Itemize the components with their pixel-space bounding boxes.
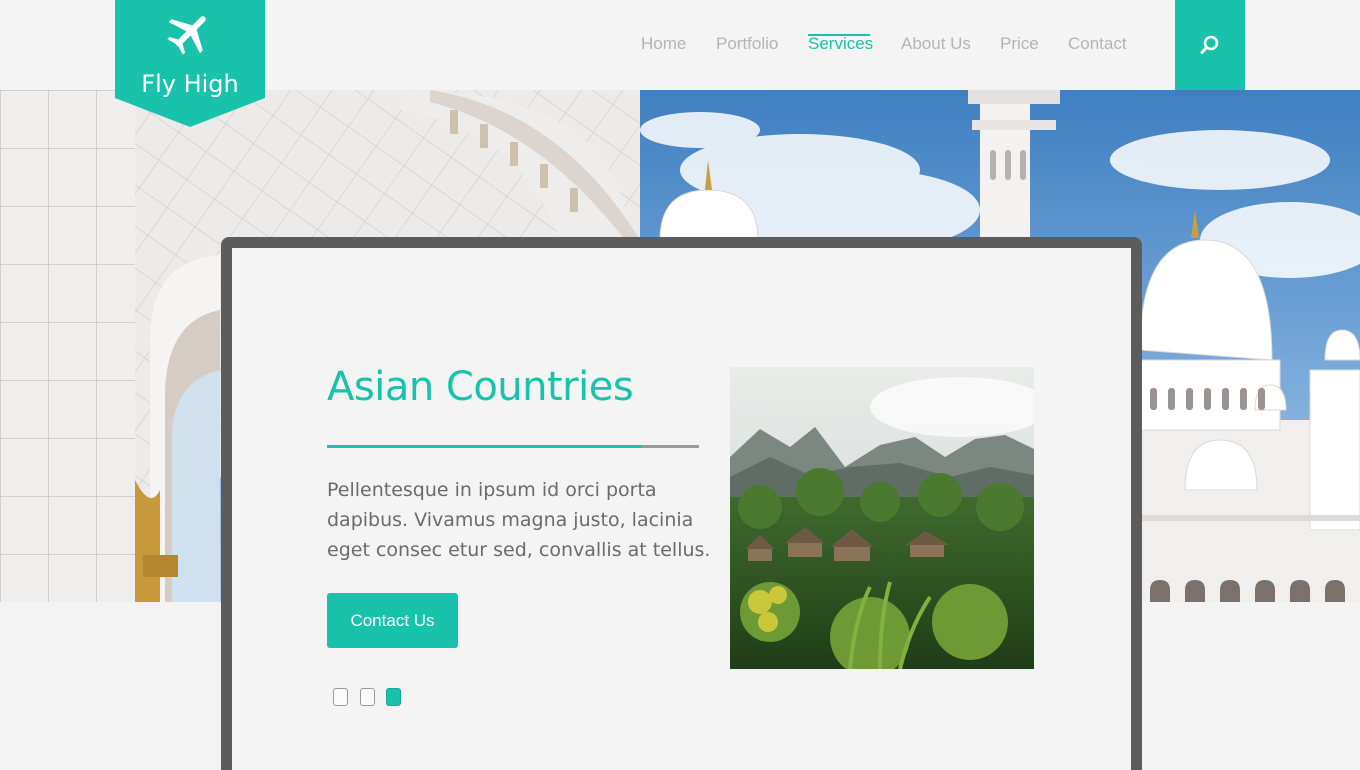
slider-dot-1[interactable] — [333, 688, 348, 706]
nav-item-home[interactable]: Home — [641, 34, 686, 54]
nav-item-portfolio[interactable]: Portfolio — [716, 34, 778, 54]
contact-us-button[interactable]: Contact Us — [327, 593, 458, 648]
title-divider — [327, 445, 699, 448]
brand-name: Fly High — [141, 70, 239, 98]
slide-title: Asian Countries — [327, 364, 634, 410]
search-icon — [1200, 35, 1219, 54]
mountain-village-photo — [730, 367, 1034, 669]
slider-dot-3[interactable] — [386, 688, 401, 706]
airplane-icon — [167, 16, 206, 55]
slide-content: Asian Countries Pellentesque in ipsum id… — [232, 248, 1131, 770]
nav-item-services[interactable]: Services — [808, 34, 873, 54]
nav-item-about-us[interactable]: About Us — [901, 34, 971, 54]
nav-item-contact[interactable]: Contact — [1068, 34, 1127, 54]
slide-card: Asian Countries Pellentesque in ipsum id… — [221, 237, 1142, 770]
slide-description: Pellentesque in ipsum id orci porta dapi… — [327, 479, 711, 561]
nav-item-price[interactable]: Price — [1000, 34, 1039, 54]
search-button[interactable] — [1175, 0, 1245, 90]
slider-dot-2[interactable] — [360, 688, 375, 706]
brand-logo[interactable]: Fly High — [115, 0, 265, 127]
